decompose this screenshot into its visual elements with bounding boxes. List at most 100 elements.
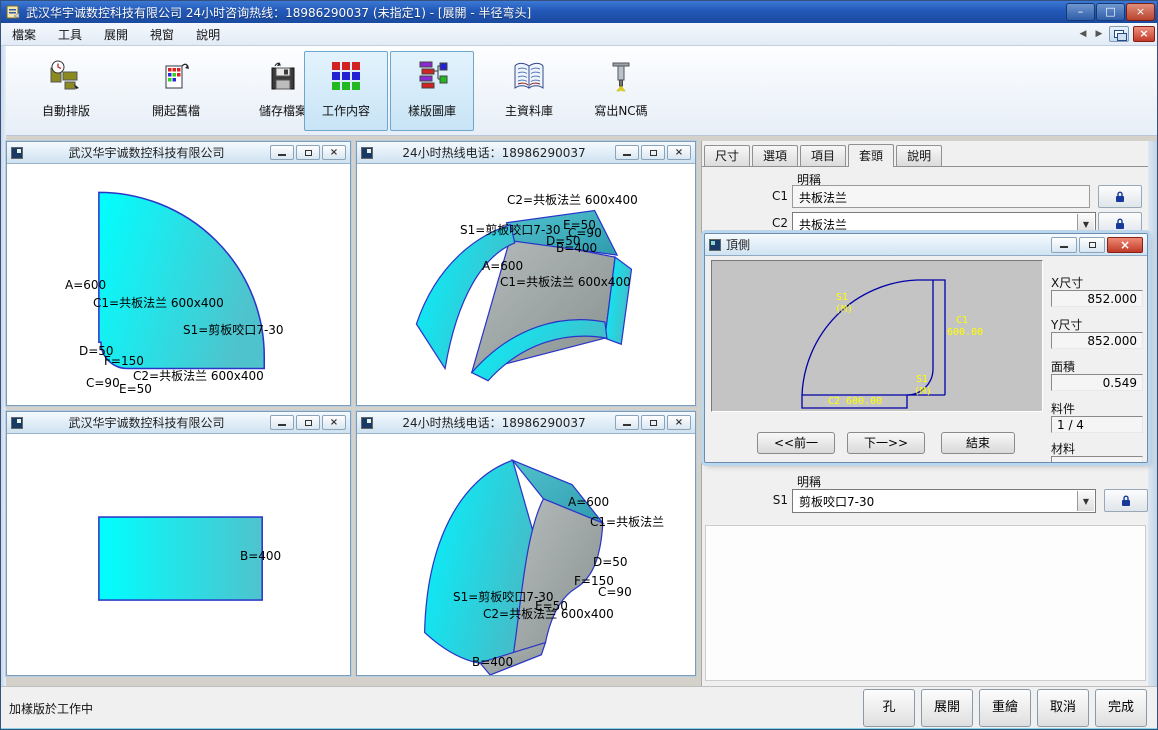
material-field[interactable] [1051,456,1143,463]
menu-window[interactable]: 視窗 [139,23,185,46]
window-frame-right [1148,141,1158,686]
restore-button[interactable] [641,145,665,160]
viewport-title: 武汉华宇诚数控科技有限公司 [23,144,270,161]
tab-items[interactable]: 項目 [800,145,846,166]
viewport-title-bar[interactable]: 24小时热线电话：18986290037 × [357,412,695,434]
minimize-button[interactable] [270,415,294,430]
c1-value-field[interactable]: 共板法兰 [792,185,1090,208]
close-button[interactable]: × [1126,3,1155,21]
drawing-canvas[interactable]: B=400 [7,434,350,675]
window-title: 武汉华宇诚数控科技有限公司 24小时咨询热线：18986290037 (未指定1… [26,4,531,21]
dialog-icon [709,239,721,251]
drawing-canvas[interactable]: A=600C1=共板法兰 600x400S1=剪板咬口7-30D=50F=150… [7,164,350,405]
drawing-canvas[interactable]: A=600C1=共板法兰D=50F=150C=90S1=剪板咬口7-30E=50… [357,434,695,675]
viewport-title: 24小时热线电话：18986290037 [373,414,615,431]
viewport-window-3d-bottom: 24小时热线电话：18986290037 × A=600C1=共板法兰D=50F… [356,411,696,676]
unfold-button[interactable]: 展開 [921,689,973,727]
write-nc-button[interactable]: 寫出NC碼 [579,51,663,131]
hole-button[interactable]: 孔 [863,689,915,727]
open-file-button[interactable]: 開起舊檔 [134,51,218,131]
drawing-canvas[interactable]: C2=共板法兰 600x400S1=剪板咬口7-30E=50C=90D=50B=… [357,164,695,405]
done-button[interactable]: 完成 [1095,689,1147,727]
save-file-icon [265,58,301,96]
mdi-restore-button[interactable] [1109,26,1129,42]
toolbar-button-label: 寫出NC碼 [594,102,647,119]
toolbar-button-label: 樣版圖庫 [408,102,456,119]
toolbar-button-label: 工作内容 [322,102,370,119]
c2-value: 共板法兰 [799,218,847,232]
part-count-field[interactable]: 1 / 4 [1051,416,1143,433]
chevron-down-icon[interactable]: ▼ [1077,214,1094,234]
dialog-title: 頂側 [726,236,1049,253]
viewport-title-bar[interactable]: 武汉华宇诚数控科技有限公司 × [7,142,350,164]
close-button[interactable]: × [667,145,691,160]
close-button[interactable]: × [1107,237,1143,253]
viewport-title-bar[interactable]: 24小时热线电话：18986290037 × [357,142,695,164]
nav-forward-icon[interactable]: ▶ [1093,29,1105,39]
minimize-button[interactable] [270,145,294,160]
y-size-field[interactable]: 852.000 [1051,332,1143,349]
maximize-button[interactable]: □ [1096,3,1125,21]
tab-options[interactable]: 選項 [752,145,798,166]
c2-lock-button[interactable] [1098,212,1142,235]
auto-nest-button[interactable]: 自動排版 [24,51,108,131]
work-content-icon [328,58,364,96]
x-size-field[interactable]: 852.000 [1051,290,1143,307]
menu-help[interactable]: 說明 [185,23,231,46]
restore-button[interactable] [641,415,665,430]
viewport-icon [361,147,373,159]
previous-button[interactable]: <<前一 [757,432,835,454]
material-label: 材料 [1051,440,1075,457]
drawing-label: F=150 [104,355,144,368]
menu-unfold[interactable]: 展開 [93,23,139,46]
restore-button[interactable] [1079,237,1105,253]
redraw-button[interactable]: 重繪 [979,689,1031,727]
restore-button[interactable] [296,145,320,160]
minimize-button[interactable] [615,145,639,160]
drawing-label: C1=共板法兰 600x400 [93,297,224,310]
work-content-button[interactable]: 工作内容 [304,51,388,131]
s1-lock-button[interactable] [1104,489,1148,512]
viewport-window-flat-pattern: 武汉华宇诚数控科技有限公司 × A=600C1=共板法兰 600x400S1=剪… [6,141,351,406]
minimize-button[interactable]: – [1066,3,1095,21]
area-field[interactable]: 0.549 [1051,374,1143,391]
drawing-label: C2 600.00 [828,397,882,408]
template-library-button[interactable]: 樣版圖庫 [390,51,474,131]
nav-back-icon[interactable]: ◀ [1077,29,1089,39]
menu-tools[interactable]: 工具 [47,23,93,46]
close-button[interactable]: × [322,145,346,160]
tab-size[interactable]: 尺寸 [704,145,750,166]
viewport-title: 武汉华宇诚数控科技有限公司 [23,414,270,431]
s1-value-combo[interactable]: 剪板咬口7-30 ▼ [792,489,1096,513]
cancel-button[interactable]: 取消 [1037,689,1089,727]
toolbar: 自動排版 開起舊檔 [1,46,1158,136]
title-bar[interactable]: 武汉华宇诚数控科技有限公司 24小时咨询热线：18986290037 (未指定1… [1,1,1158,23]
mdi-close-button[interactable]: × [1133,26,1155,42]
c1-lock-button[interactable] [1098,185,1142,208]
close-button[interactable]: × [667,415,691,430]
row-key-c1: C1 [704,189,788,203]
dialog-title-bar[interactable]: 頂側 × [705,234,1147,256]
y-size-label: Y尺寸 [1051,316,1082,333]
next-button[interactable]: 下一>> [847,432,925,454]
tab-notes[interactable]: 說明 [896,145,942,166]
pattern-preview-canvas[interactable]: S1(M)C1600.00S1(M)C2 600.00 [711,260,1043,412]
main-database-button[interactable]: 主資料庫 [487,51,571,131]
tab-connector[interactable]: 套頭 [848,144,894,167]
close-button[interactable]: × [322,415,346,430]
minimize-button[interactable] [615,415,639,430]
toolbar-button-label: 開起舊檔 [152,102,200,119]
finish-button[interactable]: 結束 [941,432,1015,454]
viewport-title-bar[interactable]: 武汉华宇诚数控科技有限公司 × [7,412,350,434]
drawing-label: 600.00 [947,328,983,339]
drawing-label: C=90 [86,377,120,390]
drawing-label: A=600 [65,279,106,292]
restore-button[interactable] [296,415,320,430]
drawing-label: (M) [914,387,932,398]
menu-file[interactable]: 檔案 [1,23,47,46]
minimize-button[interactable] [1051,237,1077,253]
write-nc-icon [603,58,639,96]
viewport-window-3d-top: 24小时热线电话：18986290037 × C2=共板法兰 600x4 [356,141,696,406]
drawing-label: C1 [956,316,968,327]
chevron-down-icon[interactable]: ▼ [1077,491,1094,511]
